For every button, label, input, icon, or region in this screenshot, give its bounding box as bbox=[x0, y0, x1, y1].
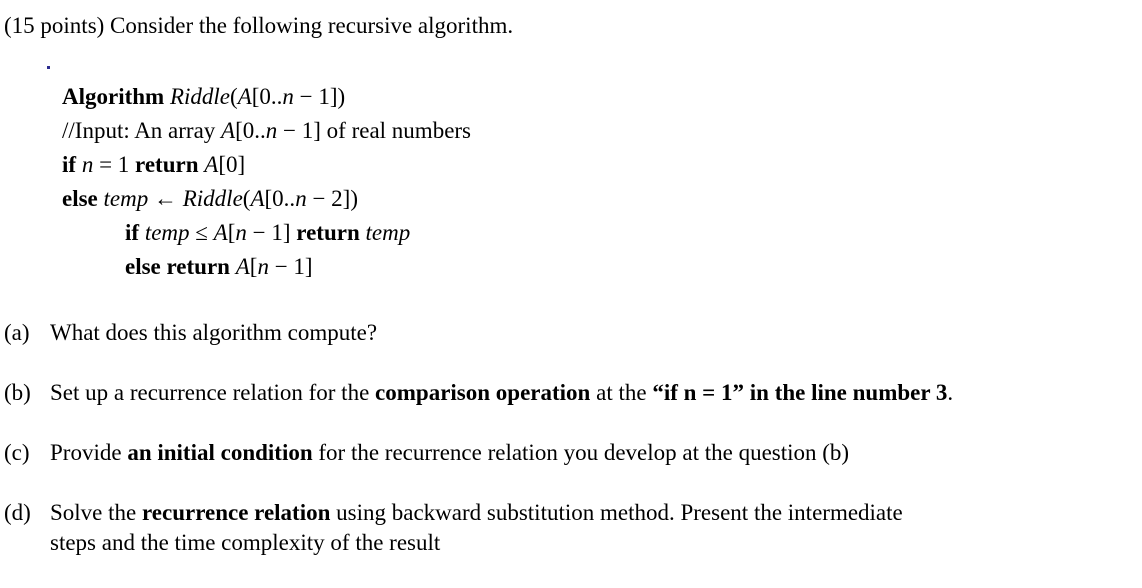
question-text: Solve the recurrence relation using back… bbox=[50, 500, 903, 555]
question-label: (d) bbox=[4, 500, 31, 525]
question-label: (a) bbox=[4, 320, 30, 345]
text-run: [0.. bbox=[264, 186, 296, 211]
text-run: ≤ bbox=[189, 220, 214, 245]
text-run: n bbox=[295, 186, 307, 211]
text-run: temp bbox=[365, 220, 411, 245]
text-run: at the bbox=[590, 380, 653, 405]
text-run: an initial condition bbox=[127, 440, 313, 465]
text-run: return bbox=[135, 152, 199, 177]
else-return-last: else return A[n − 1] bbox=[0, 250, 471, 284]
question-c: (c) Provide an initial condition for the … bbox=[0, 438, 1142, 468]
if-base-case: if n = 1 return A[0] bbox=[0, 148, 471, 182]
text-run: [0] bbox=[218, 152, 246, 177]
text-run: temp bbox=[103, 186, 149, 211]
question-list: (a) What does this algorithm compute? (b) S… bbox=[0, 318, 1142, 588]
text-run: − 1] bbox=[268, 254, 313, 279]
text-run: Solve the bbox=[50, 500, 142, 525]
text-run: [0.. bbox=[235, 118, 266, 143]
text-run: Riddle bbox=[182, 186, 243, 211]
text-run: What does this algorithm compute? bbox=[50, 320, 378, 345]
text-run: [0.. bbox=[251, 84, 283, 109]
text-run: comparison operation bbox=[375, 380, 591, 405]
question-b: (b) Set up a recurrence relation for the … bbox=[0, 378, 1142, 408]
text-run: Set up a recurrence relation for the bbox=[50, 380, 376, 405]
document-page: (15 points) Consider the following recur… bbox=[0, 0, 1142, 563]
question-text: Provide an initial condition for the rec… bbox=[50, 440, 849, 465]
if-temp-compare: if temp ≤ A[n − 1] return temp bbox=[0, 216, 471, 250]
question-label: (c) bbox=[4, 440, 30, 465]
intro-paragraph: (15 points) Consider the following recur… bbox=[4, 13, 514, 38]
text-run: of real numbers bbox=[320, 118, 472, 143]
text-run: Riddle bbox=[169, 84, 231, 109]
text-run: else bbox=[62, 186, 98, 211]
text-run: Provide bbox=[50, 440, 128, 465]
text-run: − 1] bbox=[246, 220, 297, 245]
algorithm-header: Algorithm Riddle(A[0..n − 1]) bbox=[0, 80, 471, 114]
text-run: if bbox=[62, 152, 77, 177]
text-run: for the recurrence relation you develop … bbox=[312, 440, 850, 465]
text-run: recurrence relation bbox=[142, 500, 331, 525]
text-run: //Input: An array bbox=[62, 118, 222, 143]
text-run: “if n = 1” in the line number 3 bbox=[652, 380, 948, 405]
text-run: if bbox=[125, 220, 140, 245]
text-run: return bbox=[296, 220, 360, 245]
text-run: n bbox=[265, 118, 278, 143]
text-run: ( bbox=[230, 84, 238, 109]
text-run: . bbox=[947, 380, 954, 405]
question-label: (b) bbox=[4, 380, 31, 405]
text-run: A bbox=[235, 254, 250, 279]
text-run: A bbox=[250, 186, 265, 211]
text-run: A bbox=[221, 118, 236, 143]
text-run: using backward substitution method. Pres… bbox=[330, 500, 903, 525]
stray-dot-mark bbox=[47, 66, 50, 69]
text-run: − 1]) bbox=[293, 84, 346, 109]
algorithm-pseudocode-block: Algorithm Riddle(A[0..n − 1])//Input: An… bbox=[0, 80, 471, 284]
else-recursive-call: else temp ← Riddle(A[0..n − 2]) bbox=[0, 182, 471, 216]
text-run: − 1] bbox=[277, 118, 321, 143]
text-run: = 1 bbox=[93, 152, 136, 177]
text-run: ← bbox=[148, 186, 183, 211]
text-run: − 2]) bbox=[306, 186, 358, 211]
text-run: steps and the time complexity of the res… bbox=[50, 530, 441, 555]
question-a: (a) What does this algorithm compute? bbox=[0, 318, 1142, 348]
text-run: Algorithm bbox=[62, 84, 165, 109]
text-run: else return bbox=[125, 254, 230, 279]
text-run: A bbox=[237, 84, 252, 109]
text-run: n bbox=[257, 254, 269, 279]
text-run: temp bbox=[144, 220, 190, 245]
text-run: n bbox=[81, 152, 94, 177]
question-d: (d) Solve the recurrence relation using b… bbox=[0, 498, 1142, 558]
text-run: A bbox=[204, 152, 219, 177]
text-run: n bbox=[235, 220, 247, 245]
question-text: What does this algorithm compute? bbox=[50, 320, 377, 345]
input-comment: //Input: An array A[0..n − 1] of real nu… bbox=[0, 114, 471, 148]
text-run: n bbox=[282, 84, 294, 109]
text-run: A bbox=[213, 220, 228, 245]
question-text: Set up a recurrence relation for the com… bbox=[50, 380, 953, 405]
